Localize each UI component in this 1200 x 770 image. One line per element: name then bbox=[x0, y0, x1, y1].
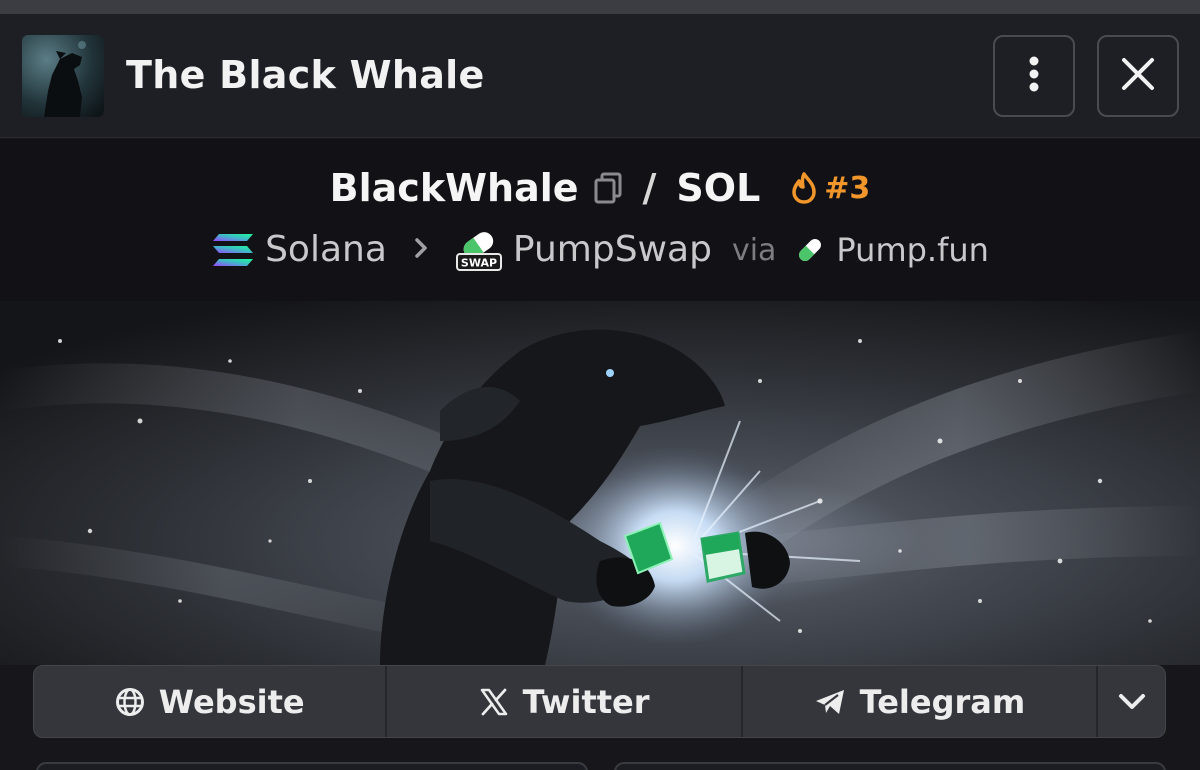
dex-badge-text: SWAP bbox=[461, 257, 497, 270]
base-token-symbol: BlackWhale bbox=[329, 166, 579, 210]
dex-link[interactable]: PumpSwap bbox=[513, 227, 712, 273]
pair-separator: / bbox=[642, 166, 657, 210]
telegram-plane-icon bbox=[814, 687, 846, 717]
top-strip bbox=[0, 0, 1200, 14]
lower-card-left bbox=[36, 762, 588, 770]
pumpswap-logo-icon: SWAP bbox=[455, 228, 503, 272]
website-button[interactable]: Website bbox=[34, 666, 388, 737]
globe-icon bbox=[115, 687, 145, 717]
trending-rank-value: #3 bbox=[824, 170, 871, 206]
token-banner-image bbox=[0, 301, 1200, 665]
solana-logo-icon bbox=[211, 232, 255, 268]
twitter-button[interactable]: Twitter bbox=[387, 666, 743, 737]
pill-icon bbox=[794, 234, 826, 266]
telegram-button[interactable]: Telegram bbox=[743, 666, 1099, 737]
lower-card-right bbox=[614, 762, 1166, 770]
more-links-button[interactable] bbox=[1098, 666, 1165, 737]
close-button[interactable] bbox=[1097, 35, 1179, 117]
copy-icon[interactable] bbox=[593, 172, 623, 204]
pair-breadcrumb: Solana SWAP PumpSwap via Pump.fun bbox=[0, 224, 1200, 276]
website-label: Website bbox=[158, 682, 305, 721]
via-label: via bbox=[731, 232, 777, 268]
social-links-bar: Website Twitter Telegram bbox=[33, 665, 1166, 738]
chevron-down-icon bbox=[1118, 693, 1146, 711]
flame-icon bbox=[790, 172, 818, 204]
x-logo-icon bbox=[479, 687, 509, 717]
pair-title: BlackWhale / SOL #3 bbox=[0, 162, 1200, 214]
quote-token-symbol: SOL bbox=[676, 166, 761, 210]
more-vertical-icon bbox=[1027, 56, 1041, 96]
close-icon bbox=[1121, 57, 1155, 95]
chain-link[interactable]: Solana bbox=[265, 227, 387, 273]
launchpad-link[interactable]: Pump.fun bbox=[836, 227, 989, 273]
token-avatar bbox=[22, 35, 104, 117]
header: The Black Whale bbox=[0, 14, 1200, 138]
more-options-button[interactable] bbox=[993, 35, 1075, 117]
window-title: The Black Whale bbox=[126, 53, 485, 97]
trending-rank-badge[interactable]: #3 bbox=[790, 171, 870, 206]
telegram-label: Telegram bbox=[859, 682, 1026, 721]
twitter-label: Twitter bbox=[522, 682, 650, 721]
chevron-right-icon bbox=[413, 233, 429, 268]
